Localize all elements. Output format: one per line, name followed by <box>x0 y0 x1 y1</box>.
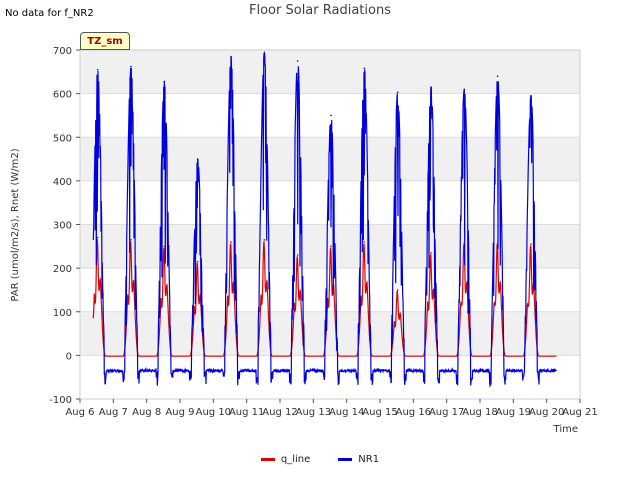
x-tick-label: Aug 7 <box>99 407 128 418</box>
x-tick-label: Aug 10 <box>196 407 231 418</box>
x-tick-label: Aug 11 <box>229 407 264 418</box>
q-line-peak-point <box>396 289 399 291</box>
x-tick-label: Aug 15 <box>362 407 397 418</box>
nr1-peak-point <box>230 55 232 58</box>
nr1-peak-point <box>463 88 466 91</box>
y-tick-label: 100 <box>53 308 72 319</box>
legend-item-nr1: NR1 <box>338 454 379 465</box>
x-tick-label: Aug 9 <box>165 407 194 418</box>
y-tick-label: 0 <box>66 351 72 362</box>
legend-label-nr1: NR1 <box>358 454 380 465</box>
x-tick-label: Aug 14 <box>329 407 364 418</box>
q-line-peak-point <box>96 236 99 239</box>
plot-band <box>80 311 580 356</box>
plot-band <box>80 180 580 225</box>
q-line-peak-point <box>463 241 466 243</box>
nr1-peak-point <box>430 86 432 88</box>
nr1-peak-point <box>496 75 499 77</box>
x-tick-label: Aug 8 <box>132 407 161 418</box>
q-line-peak-point <box>330 245 332 248</box>
chart-area: -100 0 100 200 300 400 500 600 700 Aug 6 Aug 7 Aug… <box>10 46 598 435</box>
legend-swatch-q-line <box>260 458 275 461</box>
tz-annotation-box: TZ_sm <box>80 32 130 50</box>
plot-band <box>80 50 580 94</box>
nr1-peak-point <box>163 80 166 83</box>
q-line-peak-point <box>163 245 166 248</box>
x-tick-label: Aug 13 <box>296 407 331 418</box>
nr1-peak-point <box>330 114 332 117</box>
y-tick-label: 200 <box>53 264 72 275</box>
x-tick-label: Aug 20 <box>529 407 564 418</box>
y-tick-label: 600 <box>53 90 72 101</box>
x-tick-label: Aug 21 <box>562 407 597 418</box>
legend: q_line NR1 <box>0 454 640 465</box>
x-axis-label: Time <box>553 424 578 435</box>
y-tick-label: 700 <box>53 46 72 57</box>
nr1-peak-point <box>130 65 132 68</box>
q-line-peak-point <box>130 238 132 241</box>
nr1-peak-point <box>263 52 266 54</box>
q-line-peak-point <box>363 241 366 243</box>
q-line-peak-point <box>430 252 432 254</box>
y-tick-label: 500 <box>53 133 72 144</box>
x-tick-label: Aug 12 <box>262 407 297 418</box>
q-line-peak-point <box>296 254 299 256</box>
legend-label-q-line: q_line <box>280 454 311 465</box>
x-tick-label: Aug 17 <box>429 407 464 418</box>
nr1-peak-point <box>530 95 532 97</box>
nr1-peak-point <box>296 60 299 62</box>
q-line-peak-point <box>530 243 532 245</box>
y-tick-label: 400 <box>53 177 72 188</box>
nr1-peak-point <box>96 68 99 71</box>
q-line-peak-point <box>230 241 232 243</box>
nr1-peak-point <box>363 67 366 70</box>
x-tick-label: Aug 6 <box>65 407 94 418</box>
nr1-peak-point <box>396 91 399 94</box>
x-tick-label: Aug 19 <box>496 407 531 418</box>
nr1-peak-point <box>196 158 199 160</box>
y-tick-label: 300 <box>53 221 72 232</box>
legend-swatch-nr1 <box>338 458 353 461</box>
x-tick-label: Aug 16 <box>396 407 431 418</box>
q-line-peak-point <box>196 260 199 263</box>
q-line-peak-point <box>263 238 266 241</box>
q-line-peak-point <box>496 241 499 243</box>
y-axis-label: PAR (umol/m2/s), Rnet (W/m2) <box>10 148 21 301</box>
x-tick-label: Aug 18 <box>462 407 497 418</box>
y-tick-label: -100 <box>49 395 72 406</box>
legend-item-q-line: q_line <box>260 454 311 465</box>
